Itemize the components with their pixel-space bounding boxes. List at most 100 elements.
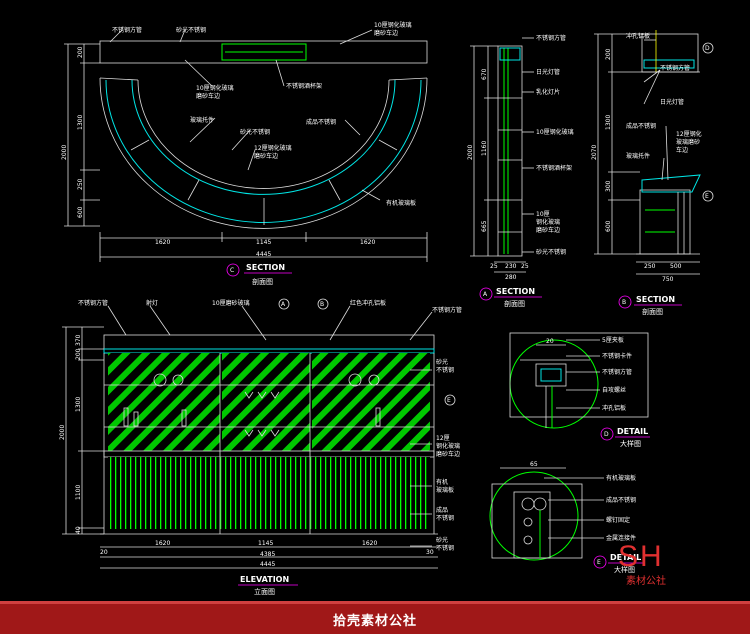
section-a-label-2: 乳化灯片 xyxy=(536,88,560,96)
detail-d-label-2: 不锈钢方管 xyxy=(602,368,632,376)
section-b-label-0: 冲孔铝板 xyxy=(626,32,650,40)
plan-dim-left-2: 2000 xyxy=(61,145,68,160)
section-b-dim-total: 750 xyxy=(662,276,674,283)
detail-e-dim-top: 65 xyxy=(530,461,538,468)
plan-label-4: 10厘钢化玻璃 xyxy=(196,84,234,92)
detail-e-label-2: 螺钉固定 xyxy=(606,516,630,524)
elevation-label-7: 12厘 xyxy=(436,435,450,442)
elevation-label-14: 砂光 xyxy=(436,536,448,544)
section-b-subtitle: 剖面图 xyxy=(642,307,663,316)
plan-dim-bottom-0: 1620 xyxy=(155,239,170,246)
plan-label-1: 砂光不锈钢 xyxy=(176,26,206,34)
plan-dim-left-4: 600 xyxy=(77,206,84,218)
section-b-dim-left-2: 2070 xyxy=(591,145,598,160)
watermark-logo: SH 素材公社 xyxy=(618,540,688,590)
section-b-label-3: 成品不锈钢 xyxy=(626,122,656,130)
section-b-title: SECTION xyxy=(636,295,675,304)
elevation-label-3: 红色冲孔铝板 xyxy=(350,299,386,307)
section-b-label-7: 玻璃托件 xyxy=(626,152,650,160)
detail-d-code: D xyxy=(604,431,609,438)
section-a-dim-total: 280 xyxy=(505,274,517,281)
footer-divider xyxy=(0,601,750,604)
section-b-dim-left-4: 600 xyxy=(605,220,612,232)
section-a-dim-left-0: 670 xyxy=(481,68,488,80)
section-b-marker-d: D xyxy=(705,45,710,52)
elevation-dim-bottom-1: 1620 xyxy=(155,540,170,547)
section-a-label-0: 不锈钢方管 xyxy=(536,34,566,42)
elevation-label-12: 成品 xyxy=(436,506,448,514)
section-a-dim-bottom-2: 25 xyxy=(521,263,529,270)
section-a-view: 不锈钢方管 日光灯管 乳化灯片 10厘钢化玻璃 不锈钢酒杯架 10厘 钢化玻璃 … xyxy=(467,34,574,308)
elevation-label-1: 射灯 xyxy=(146,299,158,307)
elevation-marker-e: E xyxy=(447,397,451,404)
section-b-view: 冲孔铝板 不锈钢方管 日光灯管 成品不锈钢 12厘钢化 玻璃磨砂 车边 玻璃托件… xyxy=(591,30,714,316)
detail-e-label-0: 有机玻璃板 xyxy=(606,474,636,482)
elevation-label-0: 不锈钢方管 xyxy=(78,299,108,307)
detail-d-label-3: 自攻螺丝 xyxy=(602,386,626,394)
plan-dim-bottom-2: 1620 xyxy=(360,239,375,246)
elevation-dim-bottom-3: 1620 xyxy=(362,540,377,547)
section-a-title: SECTION xyxy=(496,287,535,296)
detail-e-code: E xyxy=(597,559,601,566)
plan-view: 不锈钢方管 砂光不锈钢 10厘钢化玻璃 磨砂车边 10厘钢化玻璃 磨砂车边 不锈… xyxy=(61,21,428,286)
plan-label-10: 12厘钢化玻璃 xyxy=(254,144,292,152)
detail-d-subtitle: 大样图 xyxy=(620,439,641,448)
elevation-label-4: 不锈钢方管 xyxy=(432,306,462,314)
plan-label-11: 磨砂车边 xyxy=(254,152,278,160)
plan-label-8: 砂光不锈钢 xyxy=(240,128,270,136)
section-a-dim-left-1: 1160 xyxy=(481,141,488,156)
section-b-label-1: 不锈钢方管 xyxy=(660,64,690,72)
elevation-dim-mid: 4385 xyxy=(260,551,275,558)
section-a-dim-bottom-0: 25 xyxy=(490,263,498,270)
section-a-label-3: 10厘钢化玻璃 xyxy=(536,128,574,136)
detail-d-label-4: 冲孔铝板 xyxy=(602,404,626,412)
detail-e-label-1: 成品不锈钢 xyxy=(606,496,636,504)
elevation-dim-total: 4445 xyxy=(260,561,275,568)
plan-label-7: 玻璃托件 xyxy=(190,116,214,124)
plan-label-0: 不锈钢方管 xyxy=(112,26,142,34)
section-b-code: B xyxy=(622,299,626,306)
elevation-label-10: 有机 xyxy=(436,478,448,486)
logo-mark: SH xyxy=(618,540,664,573)
section-a-dim-left-3: 665 xyxy=(481,220,488,232)
elevation-label-11: 玻璃板 xyxy=(436,486,454,494)
plan-label-9: 成品不锈钢 xyxy=(306,118,336,126)
elevation-subtitle: 立面图 xyxy=(254,587,275,596)
section-a-label-5: 10厘 xyxy=(536,211,550,218)
detail-d-label-1: 不锈钢卡件 xyxy=(602,352,632,360)
plan-view-subtitle: 剖面图 xyxy=(252,277,273,286)
elevation-label-2: 10厘磨砂玻璃 xyxy=(212,299,250,307)
section-b-label-6: 车边 xyxy=(676,146,688,154)
elevation-dim-left-2: 1300 xyxy=(75,397,82,412)
plan-dim-left-0: 200 xyxy=(77,46,84,58)
plan-dim-bottom-1: 1145 xyxy=(256,239,271,246)
footer-text: 拾壳素材公社 xyxy=(332,614,417,629)
section-a-dim-left-2: 2000 xyxy=(467,145,474,160)
elevation-panel-right xyxy=(312,353,430,451)
section-a-label-6: 钢化玻璃 xyxy=(536,218,560,226)
section-b-marker-e: E xyxy=(705,193,709,200)
elevation-label-15: 不锈钢 xyxy=(436,544,454,552)
plan-label-6: 不锈钢酒杯架 xyxy=(286,82,322,90)
section-a-subtitle: 剖面图 xyxy=(504,299,525,308)
section-a-label-1: 日光灯管 xyxy=(536,68,560,76)
logo-name: 素材公社 xyxy=(626,576,666,587)
elevation-label-5: 砂光 xyxy=(436,358,448,366)
section-b-dim-left-3: 300 xyxy=(605,180,612,192)
elevation-label-6: 不锈钢 xyxy=(436,366,454,374)
elevation-dim-left-3: 2000 xyxy=(59,425,66,440)
plan-label-5: 磨砂车边 xyxy=(196,92,220,100)
plan-dim-left-1: 1300 xyxy=(77,115,84,130)
elevation-marker-b: B xyxy=(320,301,324,308)
detail-d-label-0: 5厘夹板 xyxy=(602,336,624,344)
plan-label-12: 有机玻璃板 xyxy=(386,199,416,207)
elevation-dim-left-0: 370 xyxy=(75,334,82,346)
section-b-dim-left-0: 200 xyxy=(605,48,612,60)
plan-label-3: 磨砂车边 xyxy=(374,29,398,37)
section-b-dim-bottom-0: 250 xyxy=(644,263,656,270)
section-b-label-5: 玻璃磨砂 xyxy=(676,138,700,146)
section-a-code: A xyxy=(483,291,488,298)
section-b-label-4: 12厘钢化 xyxy=(676,130,702,138)
plan-dim-left-3: 250 xyxy=(77,178,84,190)
section-a-dim-bottom-1: 230 xyxy=(505,263,517,270)
